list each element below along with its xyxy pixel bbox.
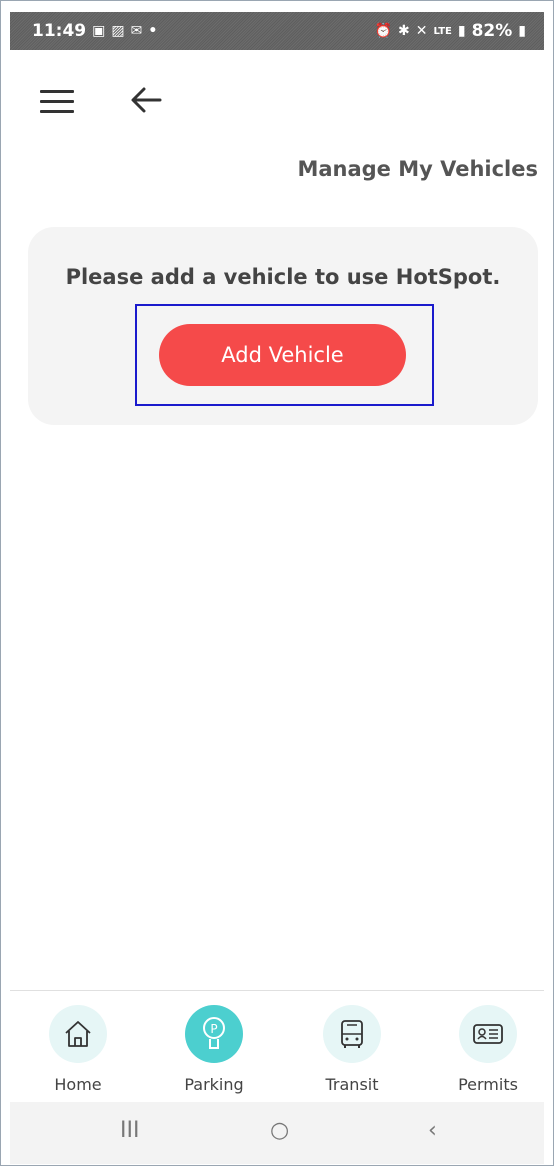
nav-item-home[interactable]: Home: [28, 1005, 128, 1094]
parking-meter-icon: P: [185, 1005, 243, 1063]
hamburger-icon[interactable]: [40, 90, 74, 116]
page-title: Manage My Vehicles: [297, 157, 538, 181]
nav-label-home: Home: [54, 1075, 102, 1094]
add-vehicle-button[interactable]: Add Vehicle: [159, 324, 406, 386]
lte-icon: LTE: [433, 25, 452, 37]
nav-label-parking: Parking: [184, 1075, 244, 1094]
status-bar: 11:49 ▣ ▨ ✉ • ⏰ ✱ ✕ LTE ▮ 82% ▮: [10, 12, 544, 50]
battery-icon: ▮: [518, 23, 526, 39]
nav-label-transit: Transit: [325, 1075, 379, 1094]
dot-icon: •: [148, 23, 158, 39]
back-button[interactable]: [126, 80, 166, 120]
arrow-left-icon: [131, 87, 162, 113]
bluetooth-icon: ✱: [398, 23, 410, 39]
system-nav-bar: III ○ ‹: [10, 1102, 544, 1164]
home-button[interactable]: ○: [270, 1118, 289, 1143]
home-icon: [49, 1005, 107, 1063]
nav-item-permits[interactable]: Permits: [438, 1005, 538, 1094]
mail-icon: ✉: [130, 23, 143, 39]
gallery-icon: ▨: [111, 23, 125, 39]
teams-icon: ▣: [92, 23, 106, 39]
mute-icon: ✕: [415, 23, 428, 39]
recents-button[interactable]: III: [120, 1118, 139, 1143]
status-time: 11:49: [32, 21, 87, 41]
bottom-nav: Home P Parking Transit Permits: [10, 990, 544, 1103]
system-back-button[interactable]: ‹: [428, 1118, 437, 1143]
signal-icon: ▮: [457, 23, 466, 39]
id-card-icon: [459, 1005, 517, 1063]
nav-label-permits: Permits: [458, 1075, 518, 1094]
top-bar: [10, 50, 544, 150]
svg-text:P: P: [210, 1022, 217, 1036]
battery-level: 82%: [471, 21, 513, 41]
alarm-icon: ⏰: [374, 23, 393, 39]
bus-icon: [323, 1005, 381, 1063]
empty-state-message: Please add a vehicle to use HotSpot.: [65, 265, 501, 289]
nav-item-parking[interactable]: P Parking: [164, 1005, 264, 1094]
nav-item-transit[interactable]: Transit: [302, 1005, 402, 1094]
